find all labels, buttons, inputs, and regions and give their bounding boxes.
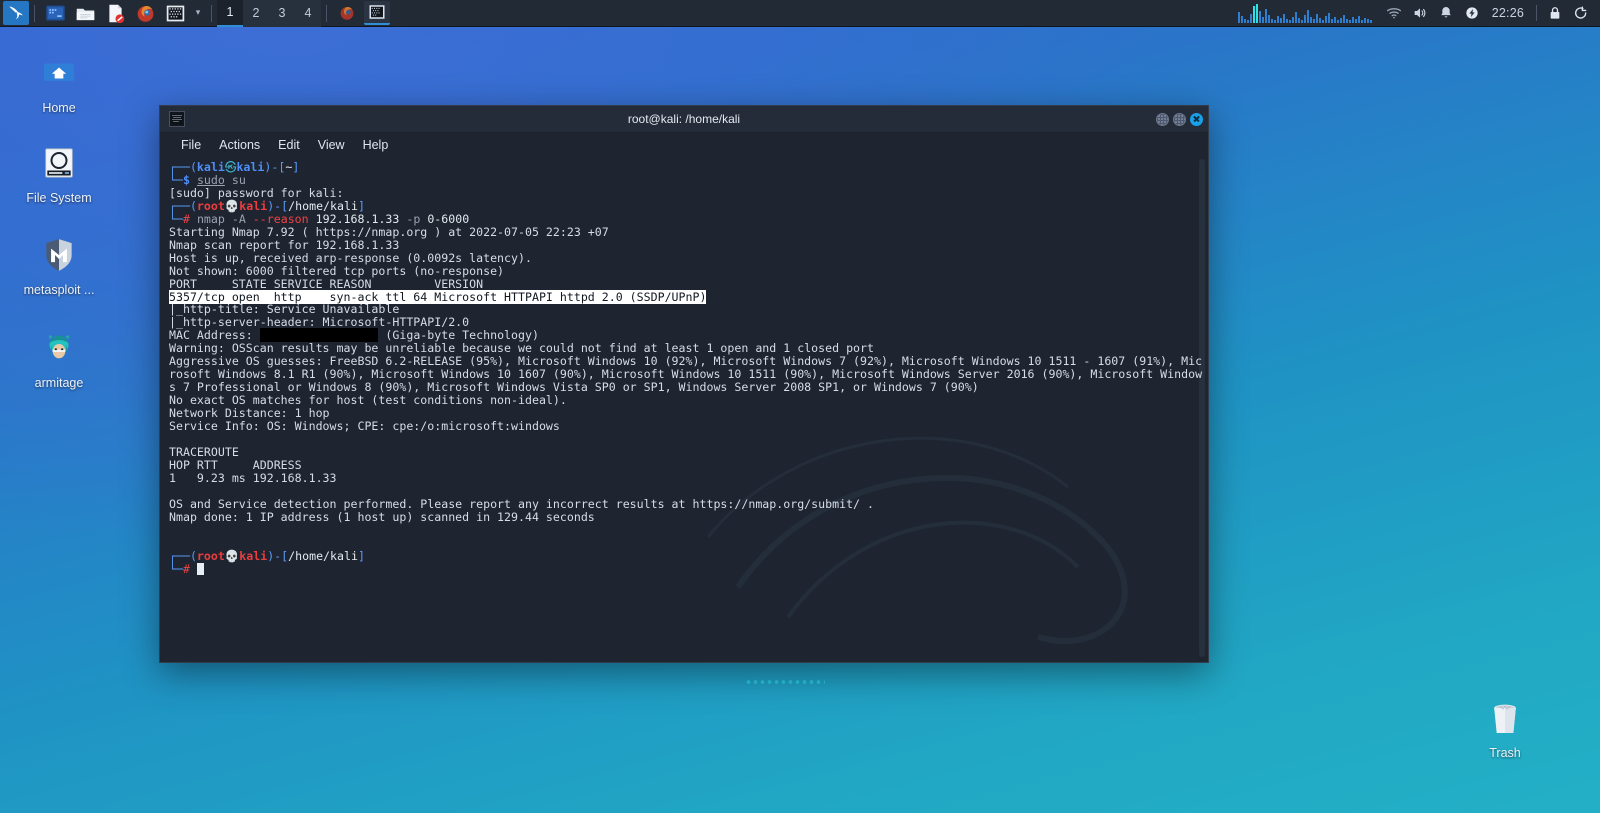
lock-screen-icon[interactable]	[1542, 0, 1568, 27]
chevron-down-icon[interactable]: ▾	[190, 1, 206, 25]
panel-divider	[326, 5, 327, 22]
desktop-icon-label: Trash	[1489, 746, 1521, 761]
launcher-file-manager[interactable]	[72, 1, 98, 25]
kali-dragon-icon	[6, 3, 26, 23]
firefox-icon	[135, 3, 156, 24]
window-controls	[1156, 113, 1208, 126]
menu-actions[interactable]: Actions	[210, 137, 269, 153]
clock[interactable]: 22:26	[1485, 6, 1531, 20]
panel-left-section: ▾ 1 2 3 4	[0, 0, 392, 27]
panel-divider	[211, 5, 212, 22]
armitage-icon	[36, 325, 82, 371]
desktop-icon-file-system[interactable]: File System	[13, 140, 105, 206]
terminal-window[interactable]: root@kali: /home/kali File Actions Edit …	[159, 105, 1209, 663]
firefox-icon	[338, 4, 356, 22]
window-title: root@kali: /home/kali	[160, 112, 1208, 126]
volume-icon[interactable]	[1407, 0, 1433, 27]
workspace-3[interactable]: 3	[269, 0, 295, 27]
terminal-icon	[368, 3, 386, 21]
wifi-glyph	[1386, 5, 1402, 21]
system-tray: 22:26	[1238, 0, 1600, 27]
notifications-bell-icon[interactable]	[1433, 0, 1459, 27]
panel-divider	[34, 5, 35, 22]
close-button[interactable]	[1190, 113, 1203, 126]
launcher-firefox[interactable]	[132, 1, 158, 25]
terminal-text: ┌──(kali㉿kali)-[~] └─$ sudo su [sudo] pa…	[165, 161, 1208, 576]
launcher-terminal[interactable]	[162, 1, 188, 25]
desktop-icon-label: File System	[26, 191, 91, 206]
top-panel: ▾ 1 2 3 4	[0, 0, 1600, 27]
trash-icon	[1482, 695, 1528, 741]
home-folder-icon	[36, 50, 82, 96]
desktop-icon	[45, 3, 66, 24]
desktop-icon-armitage[interactable]: armitage	[13, 325, 105, 391]
workspace-4[interactable]: 4	[295, 0, 321, 27]
workspace-2[interactable]: 2	[243, 0, 269, 27]
desktop-icon-metasploit[interactable]: metasploit ...	[13, 232, 105, 298]
terminal-output-area[interactable]: ┌──(kali㉿kali)-[~] └─$ sudo su [sudo] pa…	[160, 157, 1208, 662]
power-manager-icon[interactable]	[1459, 0, 1485, 27]
menu-view[interactable]: View	[309, 137, 354, 153]
logout-icon[interactable]	[1568, 0, 1594, 27]
desktop-icon-home[interactable]: Home	[13, 50, 105, 116]
launcher-text-editor[interactable]	[102, 1, 128, 25]
terminal-icon	[165, 3, 186, 24]
menu-help[interactable]: Help	[354, 137, 398, 153]
menu-edit[interactable]: Edit	[269, 137, 309, 153]
desktop-icon-label: metasploit ...	[24, 283, 95, 298]
disk-drive-icon	[36, 140, 82, 186]
menu-bar: File Actions Edit View Help	[160, 133, 1208, 157]
menu-file[interactable]: File	[172, 137, 210, 153]
logout-glyph	[1573, 5, 1589, 21]
maximize-button[interactable]	[1173, 113, 1186, 126]
terminal-icon	[169, 111, 185, 127]
taskbar-window-terminal[interactable]	[364, 1, 390, 25]
cpu-network-graph-icon[interactable]	[1238, 3, 1373, 23]
folder-icon	[75, 3, 96, 24]
terminal-glyph	[171, 113, 183, 125]
tray-divider	[1536, 5, 1537, 21]
desktop-icon-trash[interactable]: Trash	[1459, 695, 1551, 761]
launcher-show-desktop[interactable]	[42, 1, 68, 25]
window-titlebar[interactable]: root@kali: /home/kali	[160, 106, 1208, 133]
power-glyph	[1464, 5, 1480, 21]
minimize-button[interactable]	[1156, 113, 1169, 126]
metasploit-icon	[36, 232, 82, 278]
lock-glyph	[1547, 5, 1563, 21]
terminal-cursor	[197, 563, 204, 575]
desktop-icon-label: armitage	[35, 376, 84, 391]
desktop-icon-label: Home	[42, 101, 75, 116]
bell-glyph	[1438, 5, 1454, 21]
workspace-1[interactable]: 1	[217, 0, 243, 27]
speaker-glyph	[1412, 5, 1428, 21]
wifi-icon[interactable]	[1381, 0, 1407, 27]
document-icon	[105, 3, 126, 24]
kali-menu-button[interactable]	[3, 1, 29, 25]
taskbar-window-firefox[interactable]	[334, 1, 360, 25]
wallpaper-dots	[745, 680, 825, 684]
